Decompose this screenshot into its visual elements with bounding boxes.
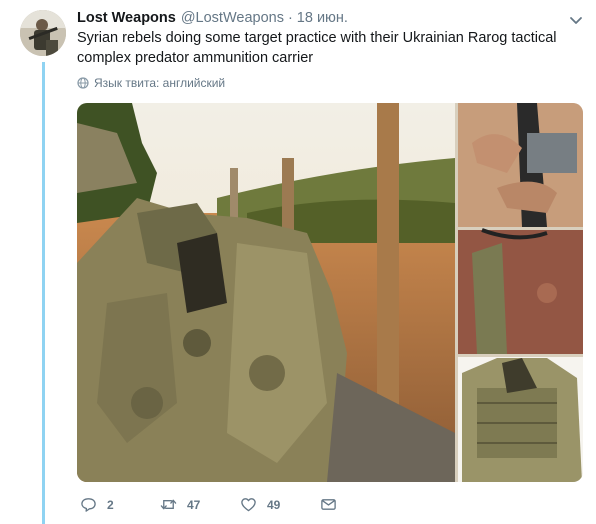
like-count: 49 (267, 497, 281, 512)
media-grid[interactable] (77, 103, 583, 482)
retweet-count: 47 (187, 497, 201, 512)
like-icon (241, 498, 256, 512)
retweet-icon (160, 499, 177, 510)
tweet-header: Lost Weapons @LostWeapons · 18 июн. (77, 10, 577, 30)
media-photo-main[interactable] (77, 103, 455, 482)
reply-button[interactable]: 2 (80, 496, 114, 513)
translate-indicator[interactable]: Язык твита: английский (77, 76, 225, 90)
translate-label: Язык твита: английский (94, 76, 226, 90)
tweet-text: Syrian rebels doing some target practice… (77, 30, 557, 66)
media-photo-2[interactable] (458, 103, 583, 227)
user-handle[interactable]: @LostWeapons (181, 10, 284, 26)
thread-connector-line (42, 62, 45, 524)
message-icon (321, 499, 336, 510)
retweet-button[interactable]: 47 (160, 496, 200, 513)
tweet-date[interactable]: 18 июн. (297, 10, 348, 26)
globe-icon (77, 77, 89, 89)
media-photo-4[interactable] (458, 357, 583, 482)
header-separator: · (287, 10, 293, 26)
reply-count: 2 (107, 497, 114, 512)
reply-icon (81, 498, 96, 512)
display-name[interactable]: Lost Weapons (77, 10, 176, 26)
direct-message-button[interactable] (320, 496, 347, 513)
chevron-down-icon[interactable] (568, 12, 584, 28)
like-button[interactable]: 49 (240, 496, 280, 513)
media-photo-3[interactable] (458, 228, 583, 354)
avatar[interactable] (20, 10, 66, 56)
tweet-actions: 2 47 49 (80, 496, 380, 516)
